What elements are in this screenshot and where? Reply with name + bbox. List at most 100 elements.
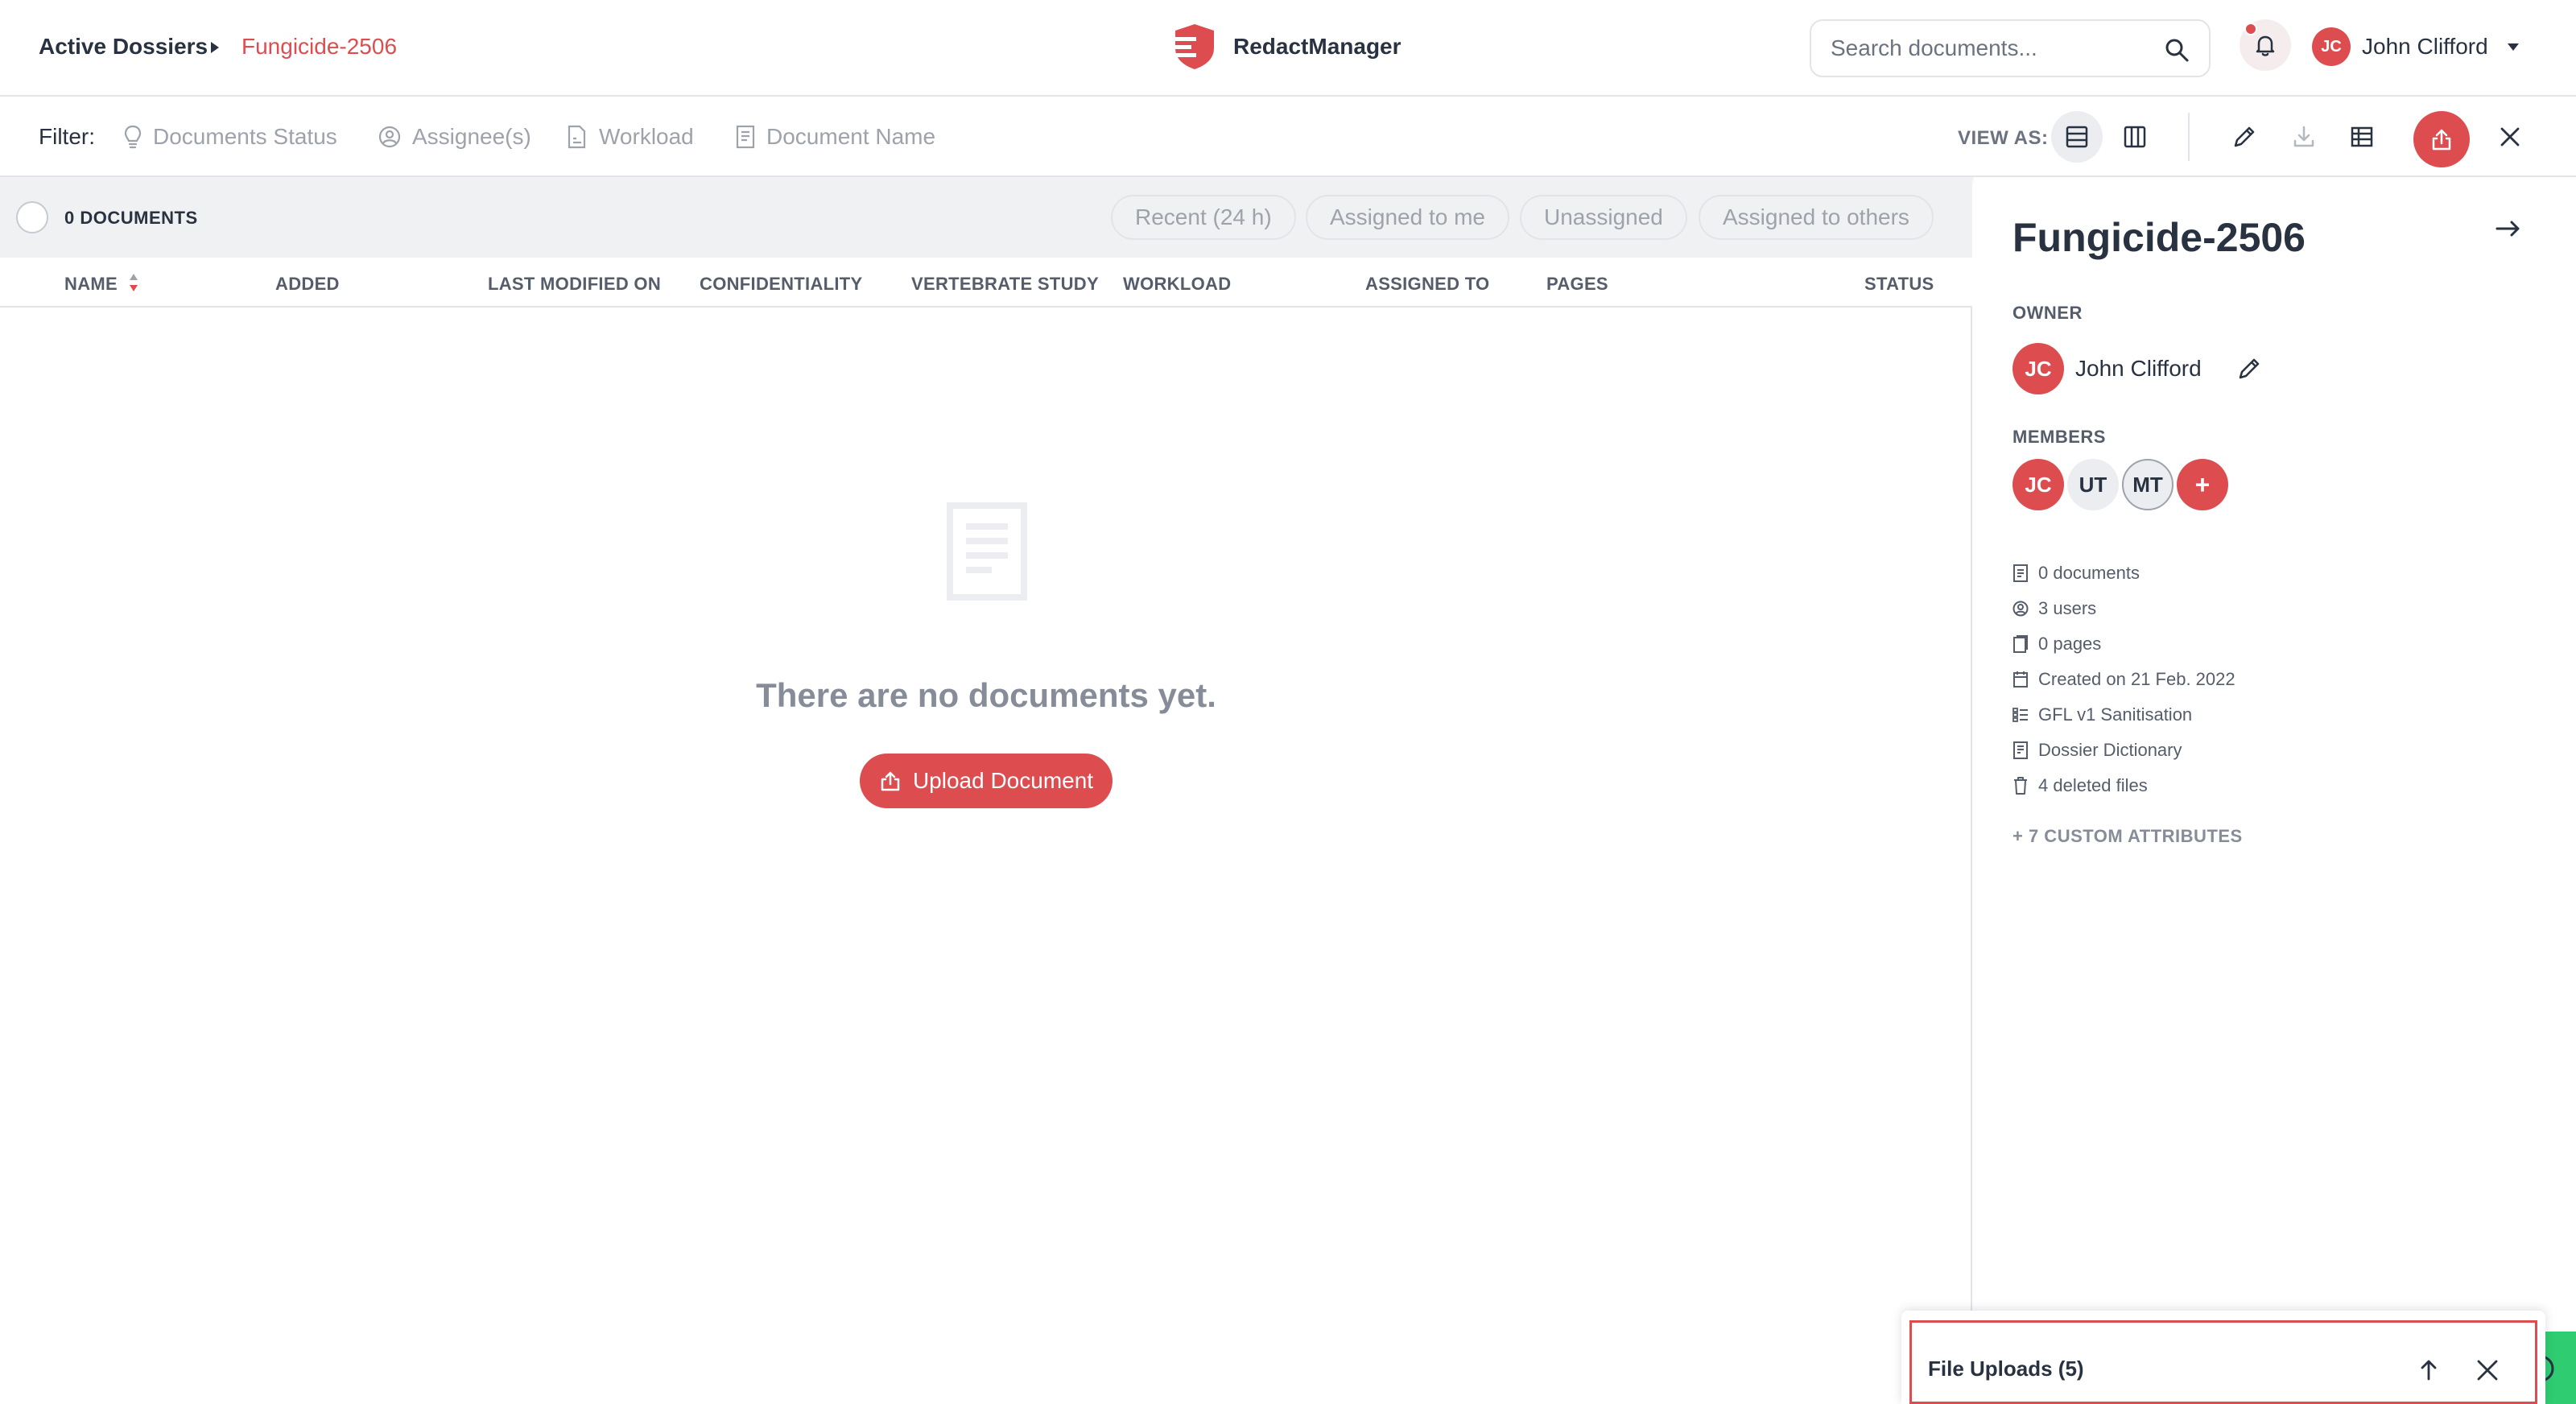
document-icon xyxy=(2013,564,2028,582)
column-assigned-to[interactable]: ASSIGNED TO xyxy=(1365,274,1489,295)
chevron-down-icon xyxy=(2507,43,2519,51)
member-avatar[interactable]: JC xyxy=(2013,459,2064,510)
dossier-stats: 0 documents 3 users 0 pages Created on 2… xyxy=(2013,555,2235,803)
user-circle-icon xyxy=(378,126,401,148)
stat-created-text: Created on 21 Feb. 2022 xyxy=(2038,669,2235,689)
quick-filter-recent[interactable]: Recent (24 h) xyxy=(1111,195,1296,240)
documents-list-area: 0 DOCUMENTS Recent (24 h) Assigned to me… xyxy=(0,177,1972,1404)
quick-filter-unassigned[interactable]: Unassigned xyxy=(1520,195,1687,240)
stat-template: GFL v1 Sanitisation xyxy=(2013,697,2235,733)
bell-icon xyxy=(2256,35,2275,56)
upload-icon xyxy=(881,771,900,791)
lightbulb-icon xyxy=(124,125,142,149)
custom-attributes-link[interactable]: + 7 CUSTOM ATTRIBUTES xyxy=(2013,826,2243,847)
member-avatar[interactable]: UT xyxy=(2067,459,2119,510)
edit-dossier-button[interactable] xyxy=(2219,111,2270,163)
column-vertebrate-study[interactable]: VERTEBRATE STUDY xyxy=(911,274,1099,295)
list-view-button[interactable] xyxy=(2051,111,2103,163)
brand[interactable]: RedactManager xyxy=(1172,23,1402,71)
dossier-details-panel: Fungicide-2506 OWNER JC John Clifford ME… xyxy=(1974,177,2576,1404)
stat-template-text: GFL v1 Sanitisation xyxy=(2038,704,2193,725)
column-confidentiality[interactable]: CONFIDENTIALITY xyxy=(700,274,863,295)
filter-assignees[interactable]: Assignee(s) xyxy=(378,124,531,150)
stat-users-text: 3 users xyxy=(2038,598,2097,618)
sort-icon[interactable] xyxy=(129,272,138,293)
upload-document-button[interactable]: Upload Document xyxy=(860,754,1113,808)
filter-documents-status-label: Documents Status xyxy=(153,124,337,149)
stat-dictionary-text: Dossier Dictionary xyxy=(2038,740,2182,760)
upload-icon xyxy=(2432,129,2451,151)
members-list: JC UT MT + xyxy=(2013,459,2228,510)
arrow-right-icon[interactable] xyxy=(2494,217,2523,240)
toolbar-divider xyxy=(2188,113,2190,161)
empty-document-icon xyxy=(947,502,1027,601)
owner-name: John Clifford xyxy=(2075,356,2202,381)
stat-users: 3 users xyxy=(2013,591,2235,626)
board-view-button[interactable] xyxy=(2109,111,2161,163)
add-member-button[interactable]: + xyxy=(2177,459,2228,510)
user-avatar: JC xyxy=(2312,27,2351,66)
close-dossier-button[interactable] xyxy=(2484,111,2536,163)
stat-documents-text: 0 documents xyxy=(2038,563,2140,583)
close-icon xyxy=(2500,127,2520,147)
column-added[interactable]: ADDED xyxy=(275,274,340,295)
column-workload[interactable]: WORKLOAD xyxy=(1123,274,1231,295)
workload-icon xyxy=(568,125,586,149)
top-bar: Active Dossiers Fungicide-2506 RedactMan… xyxy=(0,0,2576,97)
quick-filter-assigned-to-me[interactable]: Assigned to me xyxy=(1306,195,1509,240)
member-avatar[interactable]: MT xyxy=(2122,459,2174,510)
stat-created: Created on 21 Feb. 2022 xyxy=(2013,662,2235,697)
breadcrumb-active-dossiers[interactable]: Active Dossiers xyxy=(39,34,208,60)
filter-workload[interactable]: Workload xyxy=(567,124,694,150)
column-status[interactable]: STATUS xyxy=(1864,274,1934,295)
stat-pages-text: 0 pages xyxy=(2038,634,2102,654)
notifications-button[interactable] xyxy=(2240,19,2291,71)
list-header: 0 DOCUMENTS Recent (24 h) Assigned to me… xyxy=(0,177,1972,258)
view-as-label: VIEW AS: xyxy=(1958,127,2049,149)
filter-label: Filter: xyxy=(39,124,95,149)
documents-count: 0 DOCUMENTS xyxy=(64,208,198,228)
filter-bar: Filter: Documents Status Assignee(s) Wor… xyxy=(0,97,2576,177)
checklist-icon xyxy=(2013,708,2028,722)
filter-document-name[interactable]: Document Name xyxy=(736,124,935,150)
column-name[interactable]: NAME xyxy=(64,274,118,295)
column-last-modified[interactable]: LAST MODIFIED ON xyxy=(488,274,661,295)
trash-icon xyxy=(2014,777,2027,795)
arrow-up-icon[interactable] xyxy=(2417,1358,2440,1382)
spreadsheet-export-button[interactable] xyxy=(2336,111,2388,163)
select-all-checkbox[interactable] xyxy=(16,201,48,233)
columns-view-icon xyxy=(2124,126,2146,148)
close-icon[interactable] xyxy=(2475,1358,2500,1382)
quick-filter-assigned-to-others[interactable]: Assigned to others xyxy=(1699,195,1934,240)
filter-workload-label: Workload xyxy=(599,124,694,149)
dossier-title: Fungicide-2506 xyxy=(2013,215,2306,260)
file-uploads-title: File Uploads (5) xyxy=(1928,1357,2084,1381)
column-pages[interactable]: PAGES xyxy=(1546,274,1608,295)
document-icon xyxy=(736,125,755,149)
search-input[interactable] xyxy=(1831,21,2153,76)
stat-pages: 0 pages xyxy=(2013,626,2235,662)
breadcrumb-separator-icon xyxy=(211,42,219,53)
user-menu[interactable]: JC John Clifford xyxy=(2312,27,2519,66)
breadcrumb-current-dossier[interactable]: Fungicide-2506 xyxy=(242,34,397,60)
calendar-icon xyxy=(2013,671,2028,688)
members-label: MEMBERS xyxy=(2013,427,2106,447)
file-uploads-panel: File Uploads (5) xyxy=(1901,1311,2545,1404)
empty-state-message: There are no documents yet. xyxy=(756,676,1216,714)
file-uploads-header[interactable]: File Uploads (5) xyxy=(1909,1320,2537,1404)
pencil-icon xyxy=(2234,126,2255,147)
pencil-icon[interactable] xyxy=(2237,357,2261,381)
list-view-icon xyxy=(2066,126,2088,148)
upload-document-label: Upload Document xyxy=(912,768,1094,793)
upload-files-button[interactable] xyxy=(2413,111,2470,167)
owner-label: OWNER xyxy=(2013,303,2083,323)
owner-avatar: JC xyxy=(2013,343,2064,394)
redactmanager-logo-icon xyxy=(1172,24,1214,69)
download-button[interactable] xyxy=(2278,111,2330,163)
search-icon[interactable] xyxy=(2164,37,2190,63)
user-name: John Clifford xyxy=(2362,34,2488,59)
filter-documents-status[interactable]: Documents Status xyxy=(124,124,337,150)
table-column-header: NAME ADDED LAST MODIFIED ON CONFIDENTIAL… xyxy=(0,258,1972,308)
brand-name: RedactManager xyxy=(1233,34,1402,59)
table-icon xyxy=(2351,126,2373,147)
